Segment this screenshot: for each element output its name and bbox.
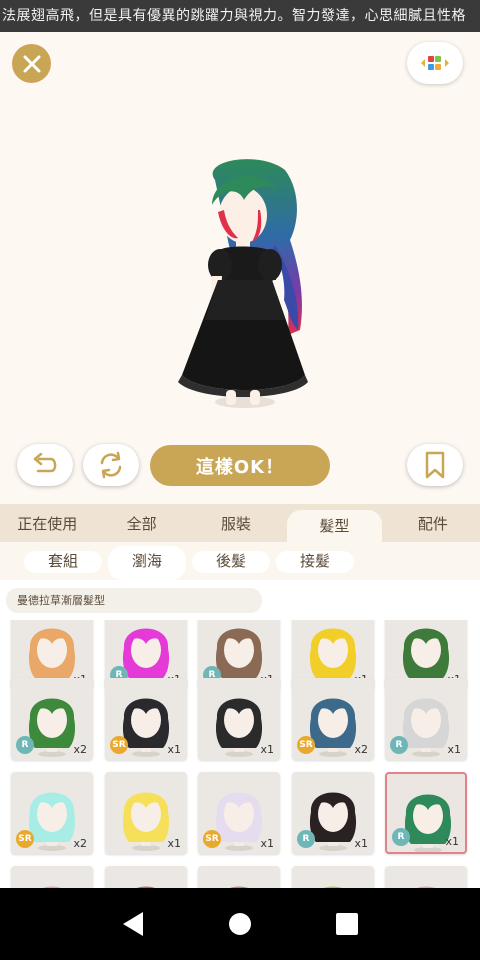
category-tab[interactable]: 服裝 [189,504,283,542]
home-circle-icon[interactable] [228,912,252,936]
hair-item[interactable]: x1 [198,678,280,760]
item-quantity: x1 [354,837,368,850]
hair-item[interactable]: Rx2 [11,678,93,760]
rarity-badge: R [390,736,408,754]
item-quantity: x1 [167,743,181,756]
item-grid: x1Rx1Rx1x1x1Rx2SRx1x1SRx2Rx1SRx2x1SRx1Rx… [0,620,480,888]
close-icon [23,55,40,72]
hair-item[interactable]: SR x2 [292,678,374,760]
hair-thumbnail [42,886,62,888]
recents-square-icon[interactable] [335,912,359,936]
selected-item-name: 曼德拉草漸層髮型 [6,588,262,613]
category-tab[interactable]: 全部 [94,504,188,542]
item-quantity: x1 [260,743,274,756]
sub-tab-label: 瀏海 [131,552,162,570]
undo-icon [33,453,57,473]
hair-thumbnail [136,886,156,888]
sub-tab[interactable]: 後髮 [188,542,274,580]
info-ticker: 法展翅高飛，但是具有優異的跳躍力與視力。智力發達，心思細膩且性格 [0,0,480,32]
android-navbar [0,888,480,960]
hair-thumbnail [416,886,436,888]
item-quantity: x1 [447,743,461,756]
rarity-badge: R [16,736,34,754]
color-palette-button[interactable] [407,42,463,84]
item-quantity: x1 [445,835,459,848]
hair-item[interactable] [385,866,467,888]
hair-item[interactable] [198,866,280,888]
item-quantity: x2 [73,743,87,756]
bookmark-icon [425,451,445,479]
category-tab[interactable]: 正在使用 [0,504,94,542]
rarity-badge: SR [203,830,221,848]
rarity-badge: R [297,830,315,848]
rarity-badge: R [392,828,410,846]
hair-thumbnail [229,886,249,888]
avatar-preview [178,159,308,408]
hair-item[interactable]: Rx1 [292,772,374,854]
confirm-ok-button[interactable]: 這樣OK！ [150,445,330,486]
hair-thumbnail [323,886,343,888]
sub-tab[interactable]: 瀏海 [104,542,190,580]
rotate-button[interactable] [83,444,139,486]
color-palette-icon [421,56,449,70]
sub-tab[interactable]: 接髮 [272,542,358,580]
item-quantity: x2 [73,837,87,850]
undo-button[interactable] [17,444,73,486]
rarity-badge: SR [297,736,315,754]
item-quantity: x2 [354,743,368,756]
item-quantity: x1 [167,837,181,850]
hair-item[interactable]: SR x2 [11,772,93,854]
hair-item[interactable]: SR x1 [105,678,187,760]
hair-item[interactable] [292,866,374,888]
back-triangle-icon[interactable] [121,911,145,937]
bookmark-button[interactable] [407,444,463,486]
close-button[interactable] [12,44,51,83]
hair-item[interactable]: Rx1 [385,678,467,760]
rarity-badge: SR [110,736,128,754]
sub-tab-label: 後髮 [215,552,246,570]
hair-item[interactable] [105,866,187,888]
rotate-icon [100,451,122,479]
hair-item[interactable]: x1 [105,772,187,854]
sub-tabs: 套組 瀏海 後髮 接髮 [0,542,480,580]
category-tabs: 正在使用 全部 服裝 髮型 配件 [0,504,480,542]
hair-item[interactable]: Rx1 [385,772,467,854]
sub-tab-label: 接髮 [299,552,330,570]
sub-tab-label: 套組 [47,552,78,570]
sub-tab[interactable]: 套組 [20,542,106,580]
hair-item[interactable]: SR x1 [198,772,280,854]
item-quantity: x1 [260,837,274,850]
category-tab[interactable]: 配件 [386,504,480,542]
item-name-bar: 曼德拉草漸層髮型 [0,580,480,620]
rarity-badge: SR [16,830,34,848]
category-tab[interactable]: 髮型 [287,510,382,542]
hair-item[interactable] [11,866,93,888]
